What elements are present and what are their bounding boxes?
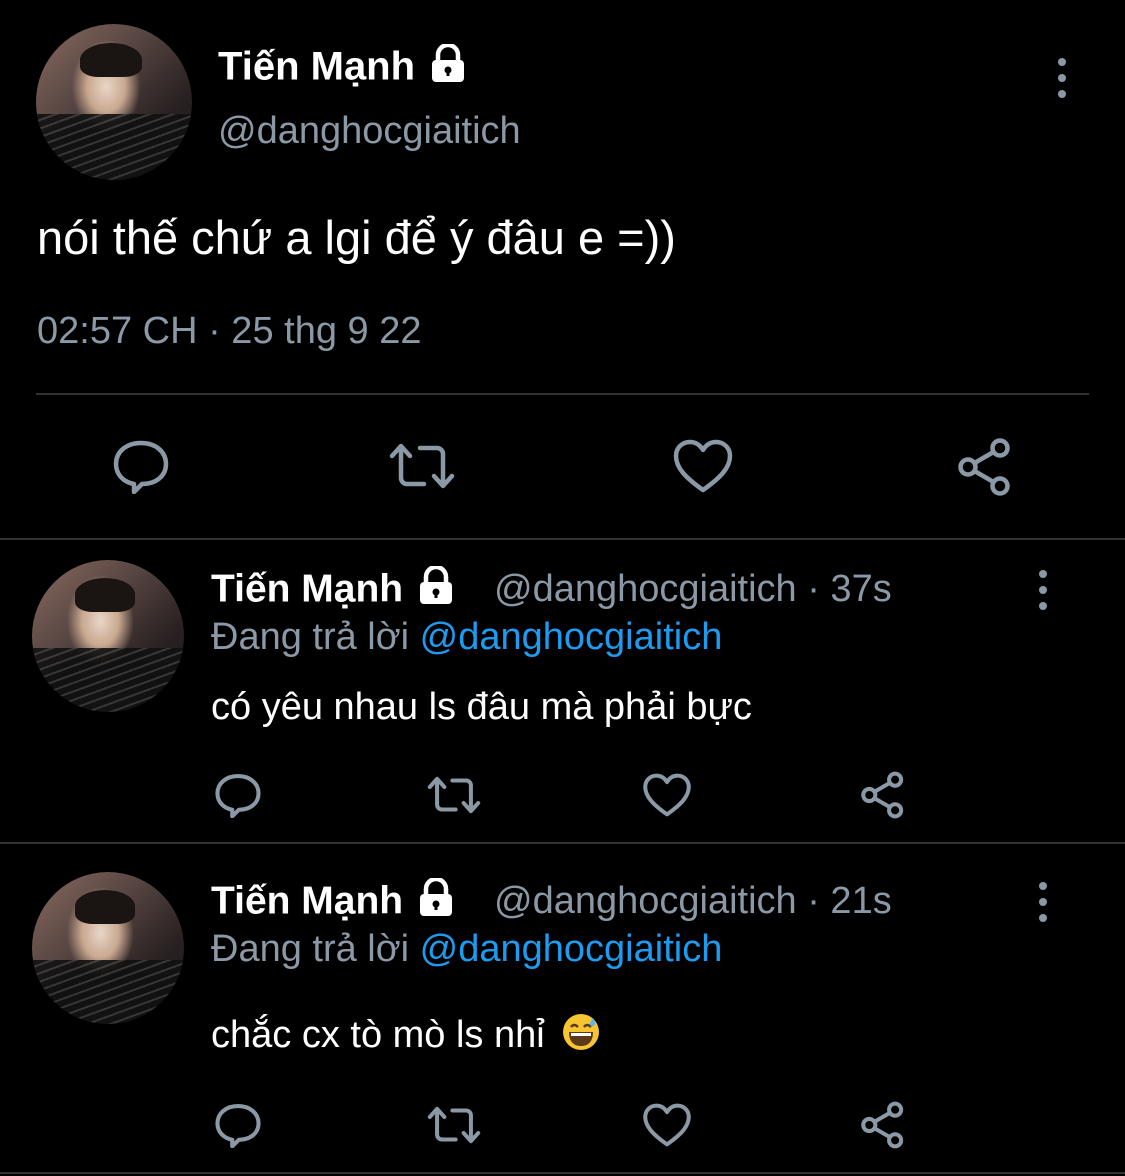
more-options-button[interactable] — [1052, 58, 1072, 98]
retweet-button[interactable] — [425, 1104, 483, 1146]
more-vertical-icon — [1058, 58, 1066, 66]
heart-icon — [643, 1103, 691, 1147]
share-icon — [861, 771, 904, 819]
avatar[interactable] — [32, 560, 184, 712]
more-vertical-icon — [1039, 882, 1047, 890]
share-icon — [861, 1101, 904, 1149]
more-options-button[interactable] — [1033, 882, 1053, 922]
heart-icon — [643, 773, 691, 817]
reply-icon — [113, 440, 169, 494]
share-icon — [958, 438, 1010, 496]
handle-and-time[interactable]: @danghocgiaitich · 37s — [494, 568, 892, 611]
like-button[interactable] — [642, 772, 692, 818]
more-vertical-icon — [1039, 570, 1047, 578]
retweet-button[interactable] — [425, 774, 483, 816]
retweet-icon — [427, 776, 481, 814]
section-divider — [0, 1172, 1125, 1174]
heart-icon — [673, 439, 733, 493]
section-divider — [0, 842, 1125, 844]
lock-icon — [414, 564, 458, 616]
more-options-button[interactable] — [1033, 570, 1053, 610]
retweet-icon — [389, 443, 455, 489]
mention-link[interactable]: @danghocgiaitich — [420, 928, 723, 970]
avatar[interactable] — [32, 872, 184, 1024]
avatar[interactable] — [36, 24, 192, 180]
like-button[interactable] — [672, 438, 734, 494]
like-button[interactable] — [642, 1102, 692, 1148]
handle[interactable]: @danghocgiaitich — [218, 110, 521, 153]
retweet-icon — [427, 1106, 481, 1144]
section-divider — [0, 538, 1125, 540]
reply-button[interactable] — [214, 772, 262, 818]
replying-to: Đang trả lời @danghocgiaitich — [211, 928, 723, 970]
reply-button[interactable] — [112, 438, 170, 494]
handle-and-time[interactable]: @danghocgiaitich · 21s — [494, 880, 892, 923]
lock-icon — [426, 42, 470, 94]
share-button[interactable] — [954, 436, 1016, 498]
reply-icon — [215, 1104, 261, 1148]
lock-icon — [414, 876, 458, 928]
mention-link[interactable]: @danghocgiaitich — [420, 616, 723, 658]
tweet-text: chắc cx tò mò ls nhỉ — [211, 1012, 601, 1062]
display-name[interactable]: Tiến Mạnh — [211, 876, 458, 928]
reply-icon — [215, 774, 261, 818]
share-button[interactable] — [858, 1100, 908, 1150]
replying-to: Đang trả lời @danghocgiaitich — [211, 616, 723, 658]
grinning-sweat-emoji — [561, 1012, 601, 1062]
share-button[interactable] — [858, 770, 908, 820]
display-name[interactable]: Tiến Mạnh — [218, 42, 470, 94]
tweet-text: nói thế chứ a lgi để ý đâu e =)) — [37, 211, 676, 264]
tweet-text: có yêu nhau ls đâu mà phải bực — [211, 686, 752, 728]
reply-button[interactable] — [214, 1102, 262, 1148]
display-name[interactable]: Tiến Mạnh — [211, 564, 458, 616]
retweet-button[interactable] — [386, 440, 458, 492]
divider — [36, 393, 1089, 395]
tweet-timestamp[interactable]: 02:57 CH · 25 thg 9 22 — [37, 310, 421, 353]
